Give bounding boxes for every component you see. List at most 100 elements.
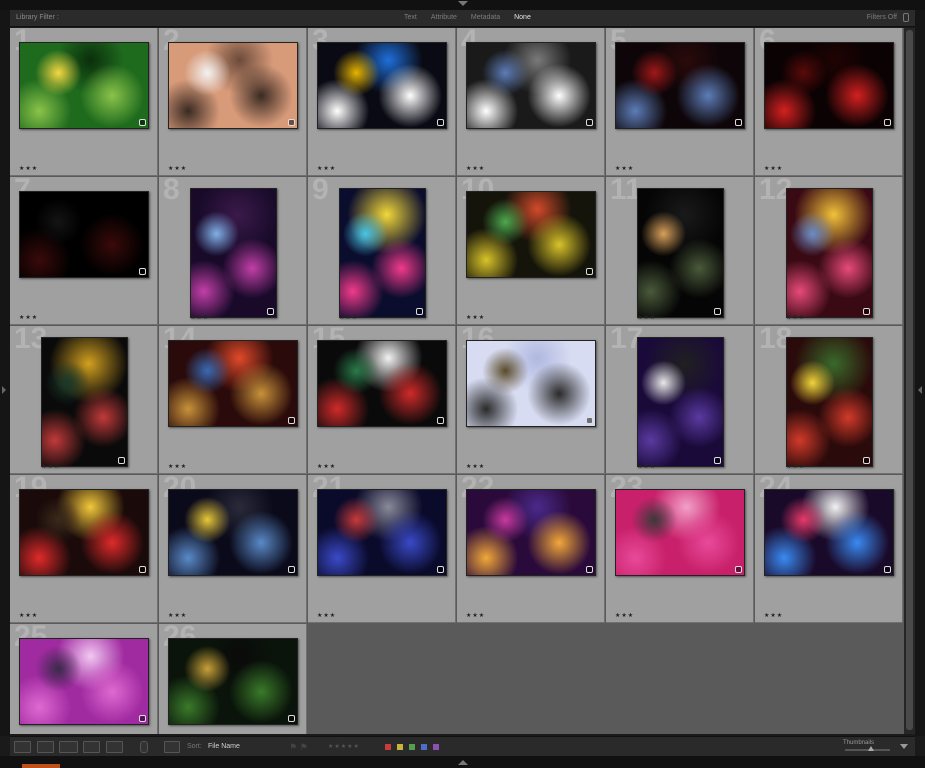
grid-cell[interactable]: 1★★★ — [10, 28, 158, 176]
photo-thumbnail[interactable] — [168, 638, 298, 725]
expand-right-panel-icon[interactable] — [918, 386, 922, 394]
compare-view-button[interactable] — [59, 741, 78, 753]
star-rating[interactable]: ★★★ — [168, 612, 187, 619]
photo-thumbnail[interactable] — [339, 188, 426, 318]
photo-thumbnail[interactable] — [764, 489, 894, 576]
grid-cell[interactable]: 16★★★ — [457, 326, 605, 474]
photo-thumbnail[interactable] — [317, 489, 447, 576]
photo-thumbnail[interactable] — [466, 489, 596, 576]
toolbar-menu-icon[interactable] — [900, 744, 908, 749]
grid-cell[interactable]: 7★★★ — [10, 177, 158, 325]
top-panel-edge[interactable] — [0, 0, 925, 10]
color-label-red[interactable] — [385, 744, 391, 750]
photo-thumbnail[interactable] — [637, 337, 724, 467]
color-label-purple[interactable] — [433, 744, 439, 750]
grid-cell[interactable]: 13 ★★★ — [10, 326, 158, 474]
photo-thumbnail[interactable] — [168, 489, 298, 576]
star-rating[interactable]: ★★★ — [168, 463, 187, 470]
painter-icon[interactable] — [140, 741, 148, 753]
right-panel-edge[interactable] — [915, 10, 925, 736]
collapse-top-panel-icon[interactable] — [458, 1, 468, 6]
slider-knob[interactable] — [868, 746, 874, 751]
grid-cell[interactable]: 11 ★★★ — [606, 177, 754, 325]
photo-thumbnail[interactable] — [190, 188, 277, 318]
color-label-yellow[interactable] — [397, 744, 403, 750]
color-label-blue[interactable] — [421, 744, 427, 750]
grid-cell[interactable]: 18 ★★★ — [755, 326, 903, 474]
star-rating[interactable]: ★★★ — [786, 314, 805, 321]
star-rating[interactable]: ★★★ — [41, 463, 60, 470]
grid-cell[interactable]: 10★★★ — [457, 177, 605, 325]
lock-icon[interactable] — [903, 13, 909, 22]
grid-cell[interactable]: 19★★★ — [10, 475, 158, 623]
star-rating[interactable]: ★★★ — [317, 165, 336, 172]
star-rating[interactable]: ★★★ — [786, 463, 805, 470]
star-rating[interactable]: ★★★ — [637, 463, 656, 470]
star-rating[interactable]: ★★★ — [317, 612, 336, 619]
star-rating[interactable]: ★★★ — [615, 165, 634, 172]
grid-cell[interactable]: 23★★★ — [606, 475, 754, 623]
grid-cell[interactable]: 21★★★ — [308, 475, 456, 623]
expand-filmstrip-icon[interactable] — [458, 760, 468, 765]
star-rating[interactable]: ★★★ — [168, 165, 187, 172]
photo-thumbnail[interactable] — [466, 42, 596, 129]
rating-filter[interactable]: ★★★★★ — [328, 743, 360, 750]
grid-cell[interactable]: 25★★★ — [10, 624, 158, 734]
photo-thumbnail[interactable] — [466, 191, 596, 278]
grid-cell[interactable]: 2★★★ — [159, 28, 307, 176]
grid-cell[interactable]: 5★★★ — [606, 28, 754, 176]
grid-cell[interactable]: 24★★★ — [755, 475, 903, 623]
filter-presets-dropdown[interactable]: Filters Off — [867, 14, 897, 21]
grid-cell[interactable]: 22★★★ — [457, 475, 605, 623]
grid-cell[interactable]: 14★★★ — [159, 326, 307, 474]
photo-thumbnail[interactable] — [466, 340, 596, 427]
filter-tab-metadata[interactable]: Metadata — [465, 12, 506, 23]
thumbnail-grid[interactable]: 1★★★2★★★3★★★4★★★5★★★6★★★ 7★★★8★★★9★★★10★★… — [10, 28, 904, 734]
grid-cell[interactable]: 17 ★★★ — [606, 326, 754, 474]
sort-dropdown[interactable]: File Name — [208, 743, 240, 750]
star-rating[interactable]: ★★★ — [19, 165, 38, 172]
star-rating[interactable]: ★★★ — [764, 165, 783, 172]
photo-thumbnail[interactable] — [317, 42, 447, 129]
grid-cell[interactable]: 9 ★★★ — [308, 177, 456, 325]
star-rating[interactable]: ★★★ — [764, 612, 783, 619]
filter-tab-text[interactable]: Text — [398, 12, 423, 23]
photo-thumbnail[interactable] — [615, 489, 745, 576]
people-view-button[interactable] — [106, 741, 123, 753]
photo-thumbnail[interactable] — [764, 42, 894, 129]
star-rating[interactable]: ★★★ — [19, 612, 38, 619]
photo-thumbnail[interactable] — [168, 42, 298, 129]
loupe-view-button[interactable] — [37, 741, 54, 753]
star-rating[interactable]: ★★★ — [190, 314, 209, 321]
grid-cell[interactable]: 3★★★ — [308, 28, 456, 176]
photo-thumbnail[interactable] — [317, 340, 447, 427]
photo-thumbnail[interactable] — [786, 188, 873, 318]
filter-tab-attribute[interactable]: Attribute — [425, 12, 463, 23]
star-rating[interactable]: ★★★ — [317, 463, 336, 470]
star-rating[interactable]: ★★★ — [637, 314, 656, 321]
expand-left-panel-icon[interactable] — [2, 386, 6, 394]
sort-direction-icon[interactable] — [164, 741, 180, 753]
scrollbar-thumb[interactable] — [906, 30, 913, 730]
star-rating[interactable]: ★★★ — [466, 612, 485, 619]
grid-cell[interactable]: 4★★★ — [457, 28, 605, 176]
left-panel-edge[interactable] — [0, 10, 10, 736]
survey-view-button[interactable] — [83, 741, 100, 753]
photo-thumbnail[interactable] — [615, 42, 745, 129]
photo-thumbnail[interactable] — [19, 489, 149, 576]
star-rating[interactable]: ★★★ — [615, 612, 634, 619]
grid-cell[interactable]: 26★★★ — [159, 624, 307, 734]
photo-thumbnail[interactable] — [786, 337, 873, 467]
photo-thumbnail[interactable] — [19, 638, 149, 725]
star-rating[interactable]: ★★★ — [466, 165, 485, 172]
photo-thumbnail[interactable] — [19, 42, 149, 129]
grid-cell[interactable]: 6★★★ — [755, 28, 903, 176]
grid-cell[interactable]: 15★★★ — [308, 326, 456, 474]
grid-cell[interactable]: 8 ★★★ — [159, 177, 307, 325]
star-rating[interactable]: ★★★ — [466, 314, 485, 321]
flag-filter-icons[interactable]: ⚑ ⚑ — [289, 742, 308, 753]
grid-cell[interactable]: 20★★★ — [159, 475, 307, 623]
star-rating[interactable]: ★★★ — [19, 314, 38, 321]
grid-view-button[interactable] — [14, 741, 31, 753]
photo-thumbnail[interactable] — [19, 191, 149, 278]
